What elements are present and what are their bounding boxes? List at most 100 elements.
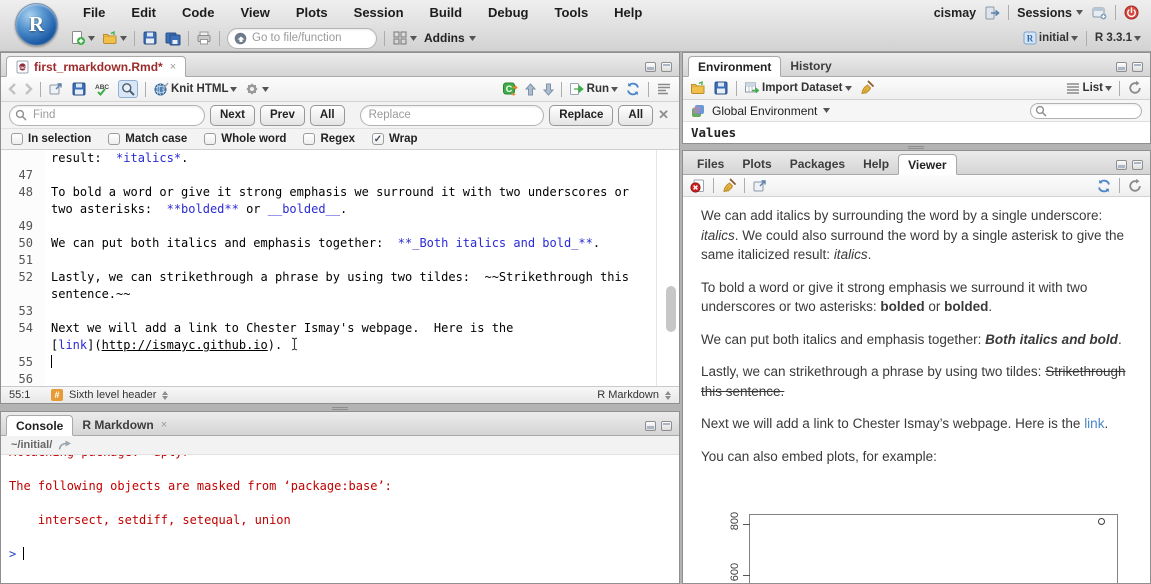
tab-plots[interactable]: Plots xyxy=(733,153,780,174)
editor-line[interactable]: 50We can put both italics and emphasis t… xyxy=(1,235,679,252)
close-icon[interactable]: × xyxy=(170,57,176,77)
tab-history[interactable]: History xyxy=(781,55,840,76)
checkbox-regex[interactable]: Regex xyxy=(303,133,355,145)
console-output[interactable]: Attaching package: ‘dplyr’The following … xyxy=(1,455,679,583)
editor-line[interactable]: 52Lastly, we can strikethrough a phrase … xyxy=(1,269,679,286)
new-file-button[interactable] xyxy=(70,30,95,46)
minimize-pane-button[interactable] xyxy=(645,421,656,431)
maximize-pane-button[interactable] xyxy=(1132,62,1143,72)
save-all-button[interactable] xyxy=(165,30,181,46)
tab-help[interactable]: Help xyxy=(854,153,898,174)
menu-item-help[interactable]: Help xyxy=(601,5,655,20)
tab-console[interactable]: Console xyxy=(6,415,73,436)
rerun-icon[interactable] xyxy=(625,81,641,97)
editor-line[interactable]: result: *italics*. xyxy=(1,150,679,167)
clear-all-icon[interactable] xyxy=(721,178,737,194)
menu-item-plots[interactable]: Plots xyxy=(283,5,341,20)
insert-chunk-icon[interactable]: C xyxy=(502,81,518,97)
editor-line[interactable]: [link](http://ismayc.github.io). xyxy=(1,337,679,354)
webpage-link[interactable]: link xyxy=(1084,416,1104,431)
minimize-pane-button[interactable] xyxy=(645,62,656,72)
file-type-selector[interactable]: R Markdown xyxy=(597,389,659,401)
minimize-pane-button[interactable] xyxy=(1116,62,1127,72)
menu-item-build[interactable]: Build xyxy=(417,5,476,20)
checkbox-wrap[interactable]: ✓Wrap xyxy=(372,133,418,145)
sign-out-icon[interactable] xyxy=(984,5,1000,21)
environment-scope-selector[interactable]: Global Environment xyxy=(712,104,817,118)
maximize-pane-button[interactable] xyxy=(1132,160,1143,170)
console-prompt[interactable]: > xyxy=(9,546,679,563)
find-replace-icon[interactable] xyxy=(118,80,138,98)
run-button[interactable]: Run xyxy=(569,81,618,97)
minimize-pane-button[interactable] xyxy=(1116,160,1127,170)
maximize-pane-button[interactable] xyxy=(661,62,672,72)
editor-line[interactable]: 49 xyxy=(1,218,679,235)
print-button[interactable] xyxy=(196,30,212,46)
tab-packages[interactable]: Packages xyxy=(781,153,854,174)
new-session-icon[interactable] xyxy=(1091,5,1107,21)
find-input[interactable] xyxy=(9,105,205,126)
import-dataset-button[interactable]: Import Dataset xyxy=(744,80,852,96)
settings-button[interactable] xyxy=(244,81,269,97)
menu-item-view[interactable]: View xyxy=(227,5,282,20)
maximize-pane-button[interactable] xyxy=(661,421,672,431)
find-next-button[interactable]: Next xyxy=(210,105,255,126)
editor-scrollbar[interactable] xyxy=(666,286,676,332)
back-icon[interactable] xyxy=(8,83,17,95)
editor-line[interactable]: sentence.~~ xyxy=(1,286,679,303)
replace-input[interactable] xyxy=(360,105,545,126)
menu-item-tools[interactable]: Tools xyxy=(541,5,601,20)
refresh-icon[interactable] xyxy=(1127,178,1143,194)
open-new-window-icon[interactable] xyxy=(48,81,64,97)
source-outline-icon[interactable] xyxy=(656,81,672,97)
menu-item-session[interactable]: Session xyxy=(341,5,417,20)
editor-line[interactable]: 54Next we will add a link to Chester Ism… xyxy=(1,320,679,337)
forward-icon[interactable] xyxy=(24,83,33,95)
open-new-window-icon[interactable] xyxy=(752,178,768,194)
clear-viewer-icon[interactable] xyxy=(690,178,706,194)
spellcheck-icon[interactable]: ABC xyxy=(94,82,111,97)
checkbox-in-selection[interactable]: In selection xyxy=(11,133,91,145)
open-file-button[interactable] xyxy=(102,30,127,46)
knit-button[interactable]: Knit HTML xyxy=(153,81,237,97)
replace-all-button[interactable]: All xyxy=(618,105,653,126)
replace-button[interactable]: Replace xyxy=(549,105,613,126)
horizontal-splitter[interactable] xyxy=(332,406,348,410)
goto-file-input[interactable] xyxy=(227,28,377,49)
checkbox-whole-word[interactable]: Whole word xyxy=(204,133,286,145)
menu-item-code[interactable]: Code xyxy=(169,5,228,20)
scope-selector[interactable]: Sixth level header xyxy=(69,389,156,401)
editor-line[interactable]: 47 xyxy=(1,167,679,184)
editor-line[interactable]: 48To bold a word or give it strong empha… xyxy=(1,184,679,201)
project-menu[interactable]: R initial xyxy=(1023,31,1078,45)
save-icon[interactable] xyxy=(71,81,87,97)
editor-line[interactable]: 51 xyxy=(1,252,679,269)
editor-line[interactable]: 53 xyxy=(1,303,679,320)
editor-line[interactable]: two asterisks: **bolded** or __bolded__. xyxy=(1,201,679,218)
menu-item-debug[interactable]: Debug xyxy=(475,5,541,20)
code-editor[interactable]: result: *italics*.4748To bold a word or … xyxy=(1,150,679,386)
r-version-menu[interactable]: R 3.3.1 xyxy=(1095,32,1141,44)
goto-directory-icon[interactable] xyxy=(58,440,73,451)
tab-r-markdown[interactable]: R Markdown× xyxy=(73,414,176,435)
tab-viewer[interactable]: Viewer xyxy=(898,154,956,175)
run-previous-icon[interactable] xyxy=(525,83,536,96)
editor-line[interactable]: 55 xyxy=(1,354,679,371)
editor-line[interactable]: 56 xyxy=(1,371,679,386)
sync-icon[interactable] xyxy=(1096,178,1112,194)
tab-environment[interactable]: Environment xyxy=(688,56,781,77)
menu-item-file[interactable]: File xyxy=(70,5,118,20)
list-view-button[interactable]: List xyxy=(1065,80,1112,96)
refresh-icon[interactable] xyxy=(1127,80,1143,96)
save-button[interactable] xyxy=(142,30,158,46)
find-prev-button[interactable]: Prev xyxy=(260,105,305,126)
checkbox-match-case[interactable]: Match case xyxy=(108,133,187,145)
sessions-menu[interactable]: Sessions xyxy=(1017,6,1083,20)
close-icon[interactable]: × xyxy=(161,415,167,435)
tab-first-rmarkdown[interactable]: md first_rmarkdown.Rmd* × xyxy=(6,56,186,77)
horizontal-splitter[interactable] xyxy=(908,145,924,149)
run-next-icon[interactable] xyxy=(543,83,554,96)
power-button[interactable] xyxy=(1124,5,1139,20)
load-workspace-icon[interactable] xyxy=(690,80,706,96)
save-workspace-icon[interactable] xyxy=(713,80,729,96)
